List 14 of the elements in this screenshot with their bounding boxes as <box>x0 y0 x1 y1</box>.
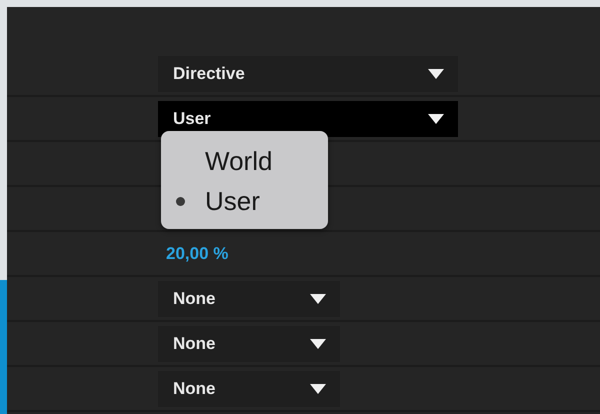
bullet-icon <box>176 197 185 206</box>
dropdown[interactable]: Directive <box>158 56 458 92</box>
caret-icon <box>428 114 444 124</box>
caret-icon <box>310 384 326 394</box>
dropdown[interactable]: None <box>158 280 340 316</box>
dropdown[interactable]: None <box>158 326 340 362</box>
percent-value[interactable]: 20,00 % <box>158 240 228 266</box>
caret-icon <box>310 338 326 348</box>
dropdown[interactable]: User <box>158 100 458 136</box>
caret-icon <box>310 294 326 304</box>
caret-icon <box>428 68 444 78</box>
menu-item[interactable]: World <box>161 141 272 181</box>
menu-item[interactable]: User <box>161 181 260 221</box>
dropdown[interactable]: None <box>158 370 340 406</box>
